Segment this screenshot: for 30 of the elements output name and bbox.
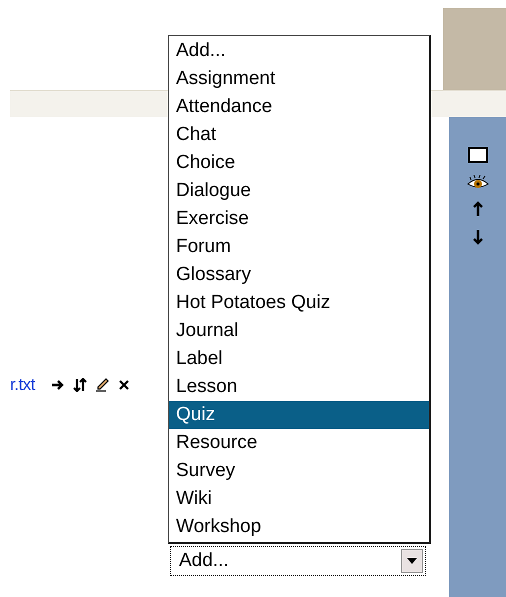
- up-down-arrows-icon[interactable]: [72, 378, 87, 392]
- menu-option[interactable]: Lesson: [169, 373, 429, 401]
- menu-option[interactable]: Hot Potatoes Quiz: [169, 289, 429, 317]
- down-arrow-icon[interactable]: [472, 229, 482, 245]
- menu-option[interactable]: Workshop: [169, 513, 429, 541]
- menu-option[interactable]: Add...: [169, 37, 429, 65]
- menu-option[interactable]: Wiki: [169, 485, 429, 513]
- menu-option[interactable]: Assignment: [169, 65, 429, 93]
- menu-option[interactable]: Exercise: [169, 205, 429, 233]
- up-arrow-icon[interactable]: [472, 201, 482, 217]
- menu-option[interactable]: Resource: [169, 429, 429, 457]
- square-icon[interactable]: [468, 147, 488, 163]
- menu-option[interactable]: Chat: [169, 121, 429, 149]
- move-right-icon[interactable]: [50, 379, 65, 391]
- menu-option[interactable]: Label: [169, 345, 429, 373]
- pencil-icon[interactable]: [94, 378, 111, 392]
- caret-icon: [407, 558, 417, 564]
- menu-option[interactable]: Choice: [169, 149, 429, 177]
- activity-select[interactable]: Add...: [170, 546, 426, 576]
- menu-option[interactable]: Journal: [169, 317, 429, 345]
- dropdown-button[interactable]: [401, 549, 423, 573]
- menu-option[interactable]: Survey: [169, 457, 429, 485]
- resource-link[interactable]: r.txt: [10, 375, 35, 395]
- close-icon[interactable]: [118, 379, 129, 391]
- menu-option[interactable]: Attendance: [169, 93, 429, 121]
- menu-option[interactable]: Quiz: [169, 401, 429, 429]
- menu-option[interactable]: Glossary: [169, 261, 429, 289]
- menu-option[interactable]: Dialogue: [169, 177, 429, 205]
- menu-option[interactable]: Forum: [169, 233, 429, 261]
- eye-icon[interactable]: [466, 175, 488, 189]
